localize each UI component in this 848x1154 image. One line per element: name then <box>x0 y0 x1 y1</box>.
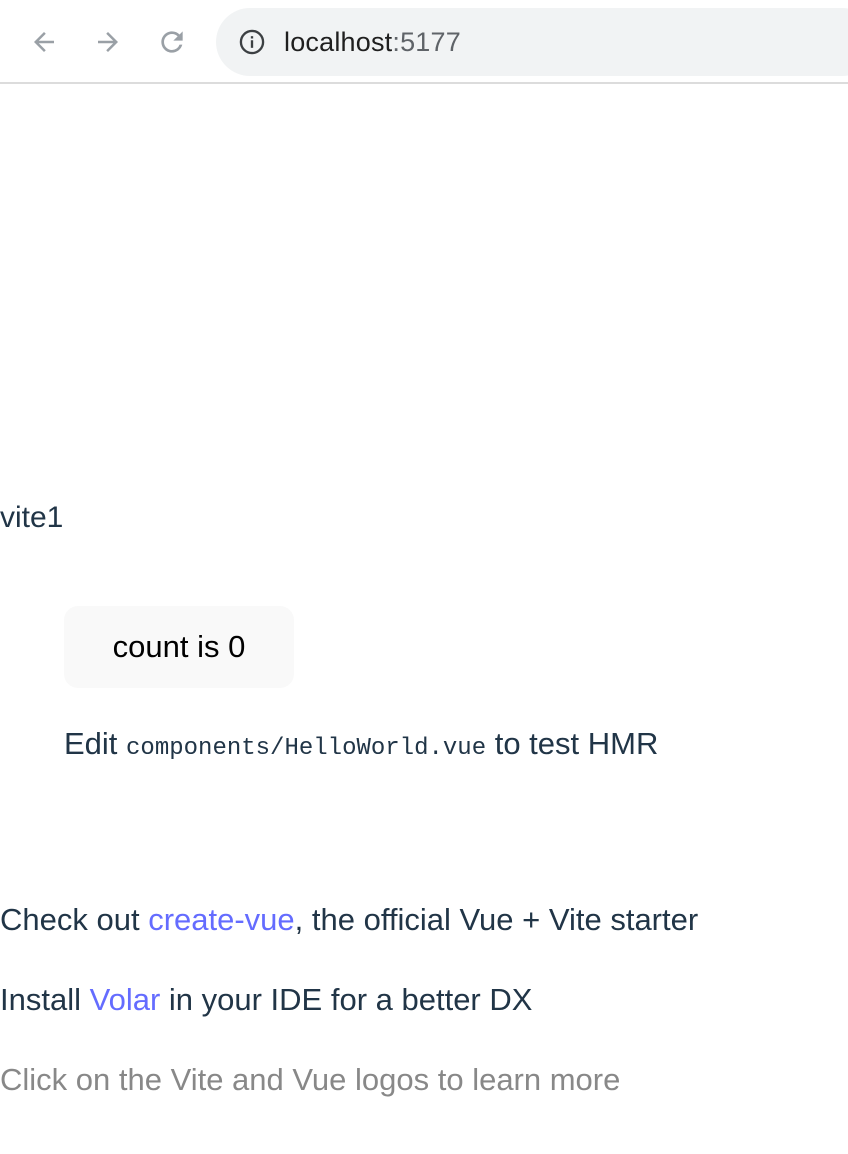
hmr-instructions: Edit components/HelloWorld.vue to test H… <box>64 724 658 769</box>
url-text: localhost:5177 <box>284 27 461 58</box>
page-title: vite1 <box>0 501 64 534</box>
create-vue-prefix: Check out <box>0 902 149 937</box>
volar-link[interactable]: Volar <box>90 982 161 1017</box>
volar-line: Install Volar in your IDE for a better D… <box>0 980 532 1020</box>
info-icon[interactable] <box>238 28 266 56</box>
hmr-suffix: to test HMR <box>486 726 659 761</box>
arrow-right-icon <box>98 32 118 52</box>
create-vue-line: Check out create-vue, the official Vue +… <box>0 900 698 940</box>
volar-prefix: Install <box>0 982 90 1017</box>
hmr-prefix: Edit <box>64 726 127 761</box>
volar-suffix: in your IDE for a better DX <box>160 982 533 1017</box>
create-vue-suffix: , the official Vue + Vite starter <box>294 902 699 937</box>
reload-icon <box>161 31 183 53</box>
page-content: vite1 count is 0 Edit components/HelloWo… <box>0 86 848 1154</box>
forward-button[interactable] <box>88 22 128 62</box>
arrow-left-icon <box>34 32 54 52</box>
browser-toolbar: localhost:5177 <box>0 0 848 84</box>
reload-button[interactable] <box>152 22 192 62</box>
count-button[interactable]: count is 0 <box>64 606 294 688</box>
address-bar[interactable]: localhost:5177 <box>216 8 848 76</box>
back-button[interactable] <box>24 22 64 62</box>
url-port: :5177 <box>392 26 461 57</box>
create-vue-link[interactable]: create-vue <box>148 902 294 937</box>
hmr-file-path: components/HelloWorld.vue <box>126 735 487 762</box>
url-host: localhost <box>284 26 393 57</box>
read-the-docs-text: Click on the Vite and Vue logos to learn… <box>0 1062 621 1097</box>
